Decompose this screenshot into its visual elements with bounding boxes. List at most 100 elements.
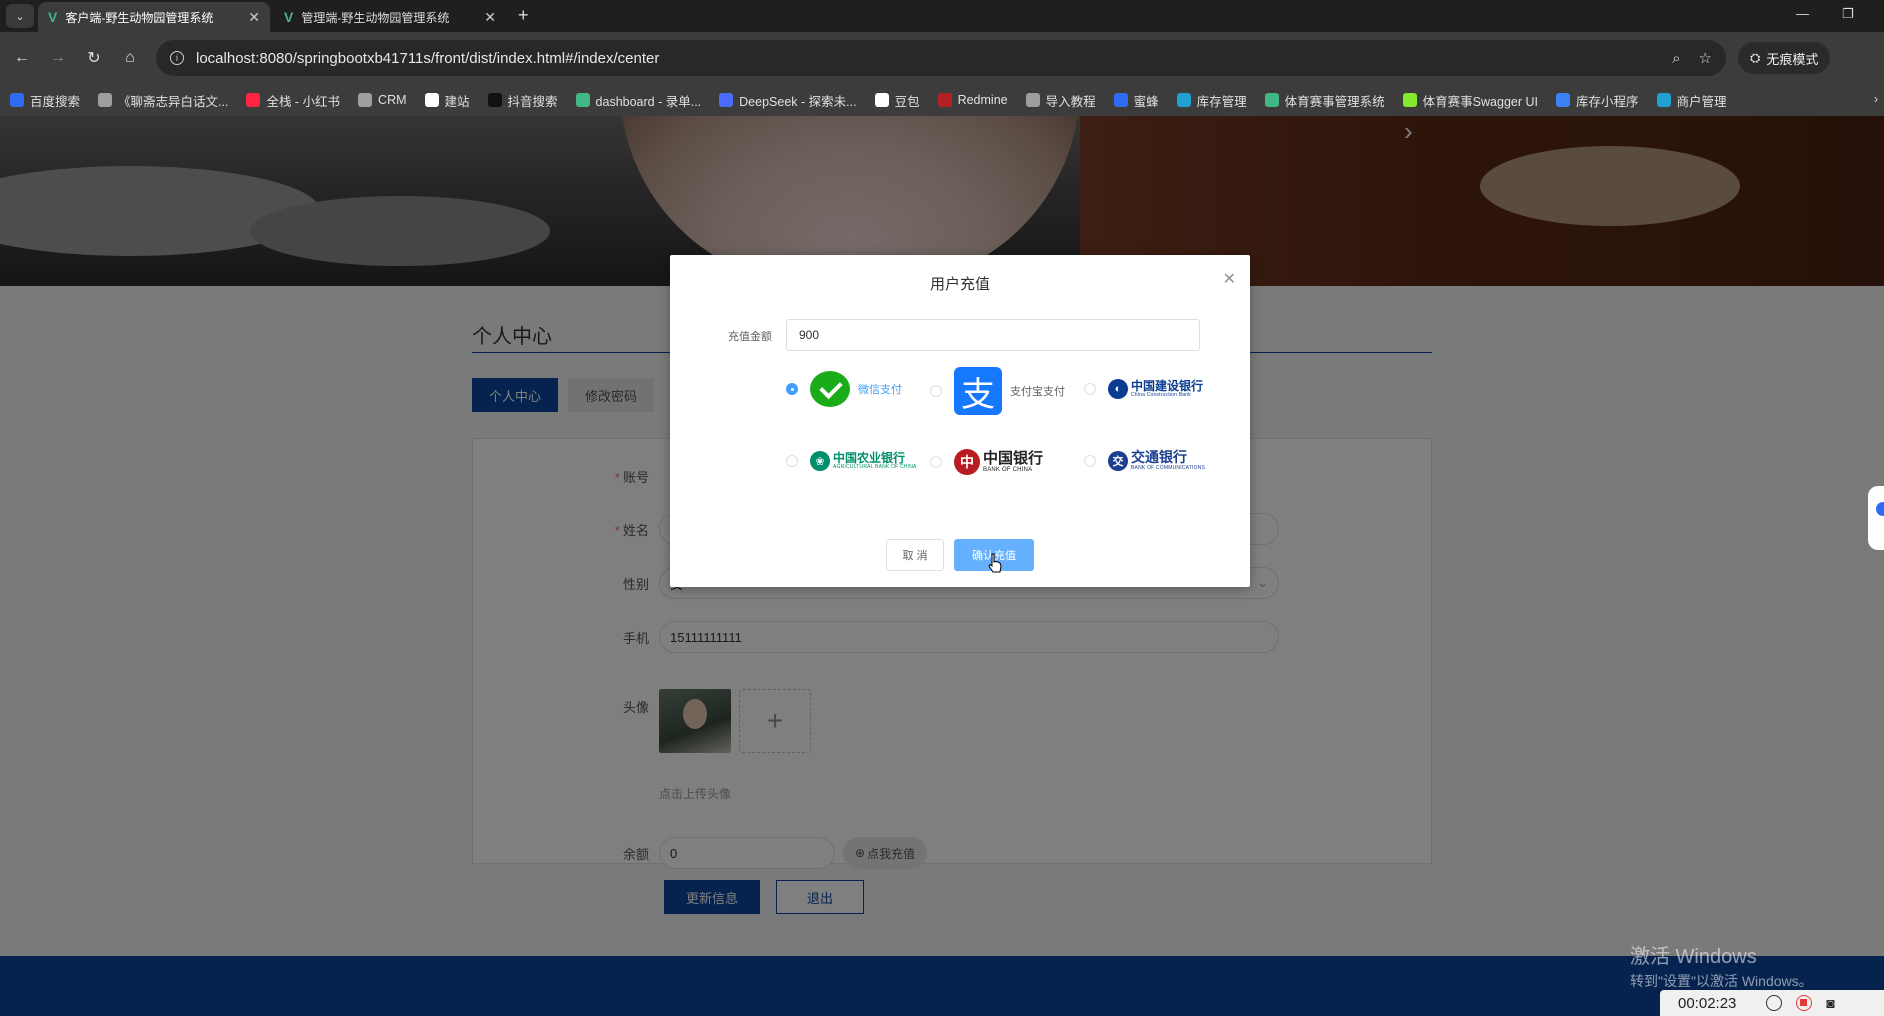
bookmark-favicon-icon [1025,93,1040,107]
bookmark-star-icon[interactable]: ☆ [1699,49,1712,67]
bookmark-item[interactable]: 蜜蜂 [1113,91,1159,110]
bookmark-label: 商户管理 [1676,94,1727,109]
pay-option-alipay[interactable]: 支 支付宝支付 [930,367,1065,415]
bookmark-item[interactable]: 全栈 - 小红书 [246,91,340,110]
bookmark-favicon-icon [575,93,590,107]
bookmark-label: CRM [378,93,407,107]
recorder-time: 00:02:23 [1678,994,1737,1012]
address-bar: ← → ↻ ⌂ i localhost:8080/springbootxb417… [0,32,1884,84]
bookmark-label: 百度搜索 [30,94,81,109]
radio-abc[interactable] [786,455,798,467]
floating-assistant-button[interactable] [1868,486,1884,550]
bookmark-favicon-icon [358,93,373,107]
vue-favicon-icon: V [284,9,294,25]
pay-option-bocom[interactable]: 交 交通银行 BANK OF COMMUNICATIONS [1084,451,1205,471]
ccb-logo: ◐ 中国建设银行 China Construction Bank [1108,379,1203,399]
bookmark-label: 《聊斋志异白话文... [118,94,229,109]
camera-icon[interactable]: ◙ [1826,995,1834,1011]
bookmark-item[interactable]: 体育赛事Swagger UI [1402,91,1538,110]
pause-icon[interactable] [1766,995,1783,1011]
bookmark-favicon-icon [246,93,261,107]
tab-title: 管理端-野生动物园管理系统 [301,10,450,25]
amount-input[interactable]: 900 [786,319,1200,351]
bookmark-favicon-icon [487,93,502,107]
zoom-icon[interactable]: ⌕ [1672,50,1680,67]
close-icon[interactable]: ✕ [1223,269,1236,289]
restore-icon[interactable]: ❐ [1842,6,1854,22]
radio-alipay[interactable] [930,385,942,397]
incognito-badge[interactable]: ⛭ 无痕模式 [1738,42,1831,74]
bookmark-item[interactable]: 库存小程序 [1555,91,1639,110]
bookmark-label: 全栈 - 小红书 [266,94,341,109]
tab-search-dropdown[interactable]: ⌄ [6,4,34,28]
radio-ccb[interactable] [1084,383,1096,395]
new-tab-icon[interactable]: + [518,5,529,26]
bookmark-favicon-icon [1176,93,1191,107]
bookmark-label: Redmine [957,93,1008,107]
site-info-icon[interactable]: i [170,51,184,65]
bookmark-label: 体育赛事管理系统 [1284,94,1385,109]
bookmark-item[interactable]: 《聊斋志异白话文... [98,91,228,110]
bookmark-label: 蜜蜂 [1133,94,1159,109]
bookmark-favicon-icon [1656,93,1671,107]
bookmark-item[interactable]: 库存管理 [1176,91,1247,110]
bookmarks-overflow-icon[interactable]: › [1874,92,1878,106]
stop-record-icon[interactable] [1796,995,1813,1011]
bookmark-label: 库存小程序 [1575,94,1639,109]
browser-tab-admin[interactable]: V 管理端-野生动物园管理系统 ✕ [274,2,506,32]
bookmark-item[interactable]: 商户管理 [1656,91,1727,110]
home-icon[interactable]: ⌂ [112,49,148,67]
windows-activation-watermark: 激活 Windows 转到"设置"以激活 Windows。 [1630,946,1813,989]
radio-boc[interactable] [930,456,942,468]
cancel-button[interactable]: 取 消 [886,539,944,571]
bookmark-favicon-icon [10,93,24,107]
abc-emblem-icon: ❀ [810,451,830,471]
browser-tab-strip: ⌄ V 客户端-野生动物园管理系统 ✕ V 管理端-野生动物园管理系统 ✕ + … [0,0,1884,32]
pay-option-wechat[interactable]: 微信支付 [786,371,902,407]
bookmark-item[interactable]: 百度搜索 [10,91,80,110]
bookmark-favicon-icon [1402,93,1417,107]
incognito-icon: ⛭ [1750,50,1761,65]
forward-icon[interactable]: → [40,49,76,67]
back-icon[interactable]: ← [4,49,40,67]
bookmark-item[interactable]: Redmine [937,93,1008,107]
url-text: localhost:8080/springbootxb41711s/front/… [196,49,660,67]
bocom-emblem-icon: 交 [1108,451,1128,471]
radio-wechat[interactable] [786,383,798,395]
bookmark-label: 抖音搜索 [507,94,558,109]
bookmark-label: 库存管理 [1196,94,1247,109]
bookmark-favicon-icon [1264,93,1279,107]
recharge-dialog: 用户充值 ✕ 充值金额 900 微信支付 支 支付宝支付 ◐ 中国建设银行 Ch… [670,255,1250,587]
amount-label: 充值金额 [728,331,772,343]
wechat-pay-icon [810,371,850,407]
bookmark-item[interactable]: CRM [358,93,407,107]
bookmark-item[interactable]: 抖音搜索 [487,91,558,110]
vue-favicon-icon: V [48,9,58,25]
ccb-emblem-icon: ◐ [1108,379,1128,399]
bookmark-item[interactable]: 体育赛事管理系统 [1264,91,1385,110]
bookmark-item[interactable]: DeepSeek - 探索未... [719,91,857,110]
pay-option-ccb[interactable]: ◐ 中国建设银行 China Construction Bank [1084,379,1203,399]
hand-cursor-icon [988,553,1002,573]
bookmark-item[interactable]: dashboard - 录单... [575,91,701,110]
boc-logo: 中 中国银行 BANK OF CHINA [954,449,1043,475]
browser-tab-client[interactable]: V 客户端-野生动物园管理系统 ✕ [38,2,270,32]
reload-icon[interactable]: ↻ [76,48,112,68]
tab-close-icon[interactable]: ✕ [484,9,496,26]
url-input[interactable]: i localhost:8080/springbootxb41711s/fron… [156,40,1726,76]
bookmark-item[interactable]: 豆包 [874,91,920,110]
minimize-icon[interactable]: — [1796,6,1809,21]
pay-option-abc[interactable]: ❀ 中国农业银行 AGRICULTURAL BANK OF CHINA [786,451,917,471]
alipay-label: 支付宝支付 [1010,386,1065,398]
bookmark-favicon-icon [1555,93,1570,107]
bookmark-item[interactable]: 导入教程 [1025,91,1096,110]
bocom-logo: 交 交通银行 BANK OF COMMUNICATIONS [1108,451,1205,471]
incognito-label: 无痕模式 [1766,51,1819,67]
bookmark-item[interactable]: 建站 [424,91,470,110]
radio-bocom[interactable] [1084,455,1096,467]
bookmark-favicon-icon [424,93,439,107]
dialog-title: 用户充值 [929,276,990,293]
bookmark-label: DeepSeek - 探索未... [739,94,857,109]
tab-close-icon[interactable]: ✕ [248,9,260,26]
pay-option-boc[interactable]: 中 中国银行 BANK OF CHINA [930,449,1043,475]
